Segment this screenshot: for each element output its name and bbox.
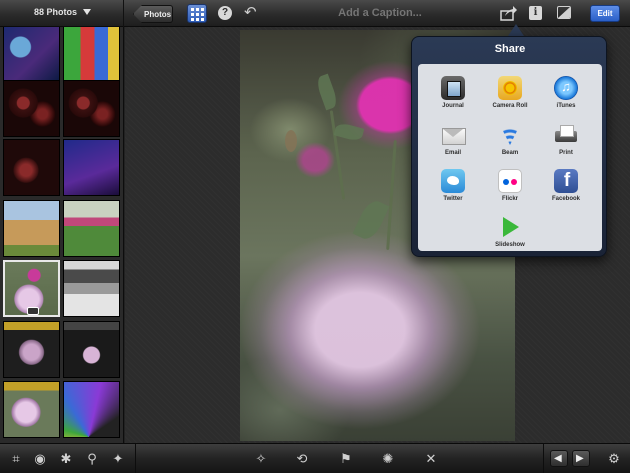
photo-thumbnail-selected[interactable] [3, 260, 60, 317]
edited-badge-icon [27, 307, 39, 315]
slideshow-icon [498, 215, 522, 239]
photo-thumbnail[interactable] [63, 381, 120, 438]
share-popover: Share Journal Camera Roll iTunes Email B… [411, 36, 607, 257]
photo-detail [386, 140, 397, 250]
share-print-button[interactable]: Print [538, 119, 594, 165]
info-icon[interactable]: i [529, 6, 542, 20]
share-beam-button[interactable]: Beam [482, 119, 538, 165]
arrow-left-icon: ◀ [554, 453, 562, 464]
photo-detail [285, 130, 297, 152]
photo-thumbnail[interactable] [3, 139, 60, 196]
album-header: 88 Photos [0, 0, 124, 27]
iphoto-app: 88 Photos Photos ? ↶ i Edit [0, 0, 630, 473]
share-title: Share [494, 43, 526, 55]
share-label: Facebook [551, 196, 580, 202]
crop-icon[interactable]: ⌗ [8, 451, 24, 467]
itunes-icon [554, 76, 578, 100]
share-email-button[interactable]: Email [425, 119, 481, 165]
compare-icon[interactable] [557, 6, 571, 19]
camera-roll-icon [498, 76, 522, 100]
bottom-toolbar: ⌗ ◉ ✱ ⚲ ✦ ✧ ⟲ ⚑ ✺ ✕ ◀ ▶ ⚙ [0, 443, 630, 473]
photo-thumbnail[interactable] [63, 27, 120, 81]
facebook-icon [554, 169, 580, 193]
color-palette-icon[interactable]: ✱ [58, 451, 74, 467]
undo-icon[interactable]: ↶ [244, 5, 262, 21]
share-journal-button[interactable]: Journal [425, 72, 481, 118]
help-icon[interactable]: ? [218, 6, 232, 20]
flickr-icon [498, 169, 522, 193]
auto-enhance-icon[interactable]: ✧ [253, 451, 269, 467]
share-camera-roll-button[interactable]: Camera Roll [482, 72, 538, 118]
share-label: Flickr [501, 196, 518, 202]
effects-icon[interactable]: ✦ [110, 451, 126, 467]
share-label: Camera Roll [492, 103, 528, 109]
share-label: Beam [501, 150, 519, 156]
previous-photo-button[interactable]: ◀ [550, 450, 568, 467]
popover-arrow [508, 24, 524, 36]
photo-thumbnail[interactable] [3, 321, 60, 378]
gear-icon[interactable]: ⚙ [606, 451, 622, 467]
email-icon [441, 123, 466, 147]
photos-back-button[interactable]: Photos [133, 5, 173, 23]
grid-view-icon[interactable] [187, 4, 207, 23]
top-toolbar: 88 Photos Photos ? ↶ i Edit [0, 0, 630, 27]
share-flickr-button[interactable]: Flickr [482, 165, 538, 211]
exposure-icon[interactable]: ◉ [32, 451, 48, 467]
share-label: Journal [442, 103, 464, 109]
share-label: Slideshow [495, 242, 525, 248]
photo-thumbnail[interactable] [63, 139, 120, 196]
photo-thumbnail[interactable] [63, 80, 120, 137]
share-options: Journal Camera Roll iTunes Email Beam Pr… [418, 64, 602, 251]
edit-button[interactable]: Edit [590, 5, 620, 22]
share-label: Print [559, 150, 573, 156]
thumbnail-grid[interactable] [0, 27, 124, 443]
arrow-right-icon: ▶ [576, 453, 584, 464]
beam-icon [498, 123, 522, 147]
photo-thumbnail[interactable] [63, 260, 120, 317]
caption-input[interactable] [268, 4, 492, 22]
share-label: Twitter [443, 196, 463, 202]
share-twitter-button[interactable]: Twitter [425, 165, 481, 211]
share-icon[interactable] [499, 5, 517, 21]
journal-icon [441, 76, 465, 100]
adjust-tools: ⌗ ◉ ✱ ⚲ ✦ [0, 444, 136, 473]
share-facebook-button[interactable]: Facebook [538, 165, 594, 211]
brushes-icon[interactable]: ⚲ [84, 451, 100, 467]
favorite-badge-icon[interactable]: ✺ [380, 451, 396, 467]
twitter-icon [441, 169, 465, 193]
nav-tools: ◀ ▶ ⚙ [543, 444, 630, 473]
photo-thumbnail[interactable] [3, 80, 60, 137]
photo-thumbnail[interactable] [63, 200, 120, 257]
share-label: iTunes [556, 103, 576, 109]
photo-thumbnail[interactable] [3, 27, 60, 81]
share-label: Email [444, 150, 461, 156]
photo-count-label[interactable]: 88 Photos [34, 7, 77, 17]
photo-detail [314, 73, 340, 111]
photo-thumbnail[interactable] [3, 200, 60, 257]
next-photo-button[interactable]: ▶ [572, 450, 590, 467]
photo-thumbnail[interactable] [3, 381, 60, 438]
photo-detail [333, 121, 365, 143]
print-icon [554, 123, 578, 147]
hide-icon[interactable]: ✕ [423, 451, 439, 467]
rotate-icon[interactable]: ⟲ [294, 451, 310, 467]
chevron-down-icon[interactable] [83, 9, 91, 15]
photo-detail [352, 197, 390, 243]
share-slideshow-button[interactable]: Slideshow [482, 211, 538, 257]
share-itunes-button[interactable]: iTunes [538, 72, 594, 118]
photo-thumbnail[interactable] [63, 321, 120, 378]
flag-icon[interactable]: ⚑ [338, 451, 354, 467]
